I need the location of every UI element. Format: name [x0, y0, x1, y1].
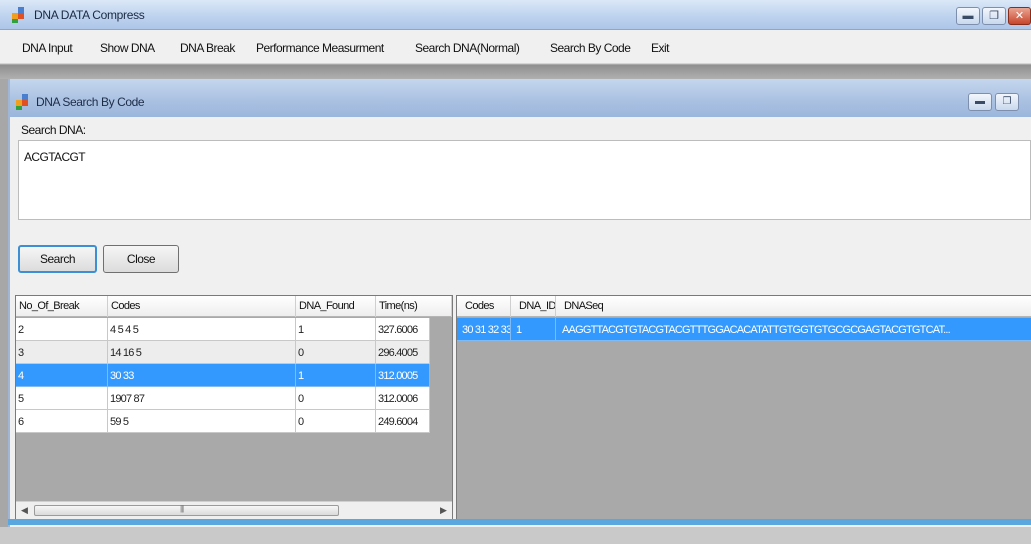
- cell-codes: 14 16 5: [108, 341, 296, 364]
- cell-no-of-break: 2: [16, 318, 108, 341]
- cell-no-of-break: 6: [16, 410, 108, 433]
- table-row-selected[interactable]: 30 31 32 33... 1 AAGGTTACGTGTACGTACGTTTG…: [457, 318, 1031, 341]
- status-strip: [8, 519, 1031, 525]
- menu-performance-measurment[interactable]: Performance Measurment: [256, 41, 384, 55]
- cell-codes: 59 5: [108, 410, 296, 433]
- child-minimize-button[interactable]: ▬: [968, 93, 992, 111]
- menu-dna-input[interactable]: DNA Input: [22, 41, 73, 55]
- child-window-icon: [16, 94, 32, 110]
- column-header-codes[interactable]: Codes: [108, 296, 296, 317]
- restore-icon: ❐: [989, 10, 999, 22]
- cell-dna-found: 0: [296, 410, 376, 433]
- cell-codes: 4 5 4 5: [108, 318, 296, 341]
- cell-time: 312.0005: [376, 364, 430, 387]
- cell-dna-found: 0: [296, 341, 376, 364]
- restore-icon: ❐: [1002, 96, 1012, 107]
- search-dna-input[interactable]: ACGTACGT: [18, 140, 1031, 220]
- cell-no-of-break: 5: [16, 387, 108, 410]
- grid-header: No_Of_Break Codes DNA_Found Time(ns): [16, 296, 452, 317]
- menu-exit[interactable]: Exit: [651, 41, 670, 55]
- dna-match-grid[interactable]: Codes DNA_ID DNASeq 30 31 32 33... 1 AAG…: [456, 295, 1031, 520]
- cell-dna-found: 1: [296, 364, 376, 387]
- close-icon: ✕: [1014, 10, 1025, 22]
- cell-time: 249.6004: [376, 410, 430, 433]
- menu-search-dna-normal[interactable]: Search DNA(Normal): [415, 41, 520, 55]
- main-title-bar[interactable]: DNA DATA Compress ▬ ❐ ✕: [0, 0, 1031, 30]
- menu-show-dna[interactable]: Show DNA: [100, 41, 155, 55]
- search-dna-value: ACGTACGT: [24, 150, 86, 164]
- cell-codes: 30 33: [108, 364, 296, 387]
- search-button[interactable]: Search: [18, 245, 97, 273]
- window-title: DNA DATA Compress: [34, 8, 145, 22]
- scrollbar-thumb[interactable]: |||: [34, 504, 339, 516]
- cell-dnaseq: AAGGTTACGTGTACGTACGTTTGGACACATATTGTGGTGT…: [556, 318, 1031, 341]
- horizontal-scrollbar[interactable]: ◀ ||| ▶: [16, 501, 452, 519]
- scroll-left-icon[interactable]: ◀: [21, 505, 28, 516]
- cell-time: 296.4005: [376, 341, 430, 364]
- close-button[interactable]: Close: [103, 245, 179, 273]
- column-header-codes[interactable]: Codes: [457, 296, 511, 317]
- bottom-bar: [0, 527, 1031, 544]
- child-title-bar[interactable]: DNA Search By Code ▬ ❐: [10, 79, 1031, 117]
- mdi-background: [0, 65, 1031, 79]
- cell-codes: 1907 87: [108, 387, 296, 410]
- cell-no-of-break: 4: [16, 364, 108, 387]
- minimize-icon: ▬: [975, 96, 985, 107]
- search-dna-label: Search DNA:: [21, 123, 86, 137]
- close-window-button[interactable]: ✕: [1008, 7, 1031, 25]
- grip-icon: |||: [180, 504, 184, 513]
- search-by-code-window: DNA Search By Code ▬ ❐ Search DNA: ACGTA…: [8, 79, 1031, 527]
- cell-dna-found: 0: [296, 387, 376, 410]
- menu-bar: DNA Input Show DNA DNA Break Performance…: [0, 30, 1031, 64]
- minimize-button[interactable]: ▬: [956, 7, 980, 25]
- minimize-icon: ▬: [962, 10, 974, 22]
- app-icon: [12, 7, 28, 23]
- column-header-dnaseq[interactable]: DNASeq: [556, 296, 1031, 317]
- child-window-title: DNA Search By Code: [36, 95, 145, 109]
- cell-time: 312.0006: [376, 387, 430, 410]
- child-restore-button[interactable]: ❐: [995, 93, 1019, 111]
- cell-time: 327.6006: [376, 318, 430, 341]
- column-header-dna-id[interactable]: DNA_ID: [511, 296, 556, 317]
- cell-no-of-break: 3: [16, 341, 108, 364]
- app-window: DNA DATA Compress ▬ ❐ ✕ DNA Input Show D…: [0, 0, 1031, 544]
- menu-dna-break[interactable]: DNA Break: [180, 41, 235, 55]
- grid-header: Codes DNA_ID DNASeq: [457, 296, 1031, 317]
- cell-dna-found: 1: [296, 318, 376, 341]
- column-header-dna-found[interactable]: DNA_Found: [296, 296, 376, 317]
- cell-dna-id: 1: [511, 318, 556, 341]
- menu-search-by-code[interactable]: Search By Code: [550, 41, 631, 55]
- scroll-right-icon[interactable]: ▶: [440, 505, 447, 516]
- column-header-no-of-break[interactable]: No_Of_Break: [16, 296, 108, 317]
- break-results-grid[interactable]: No_Of_Break Codes DNA_Found Time(ns) 2 4…: [15, 295, 453, 520]
- column-header-time[interactable]: Time(ns): [376, 296, 452, 317]
- cell-codes: 30 31 32 33...: [457, 318, 511, 341]
- restore-button[interactable]: ❐: [982, 7, 1006, 25]
